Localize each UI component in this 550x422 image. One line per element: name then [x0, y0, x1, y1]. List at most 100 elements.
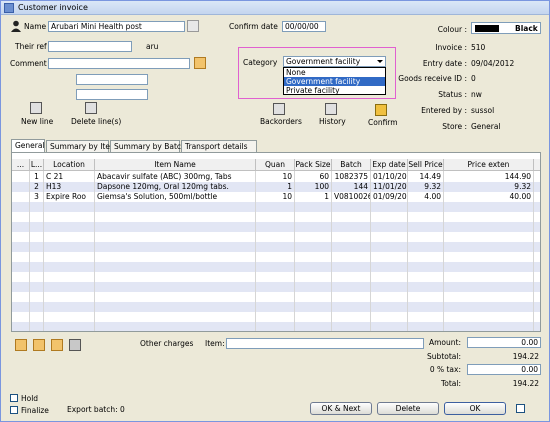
backorders-icon[interactable]	[273, 103, 285, 115]
delete-lines-icon[interactable]	[85, 102, 97, 114]
name-field[interactable]: Arubari Mini Health post	[48, 21, 185, 32]
table-row-stripe	[12, 202, 540, 212]
column-header[interactable]: Price exten	[444, 159, 534, 171]
invoice-value: 510	[471, 43, 486, 52]
table-cell: 10	[256, 192, 295, 202]
table-cell: Expire Roo	[44, 192, 95, 202]
history-icon[interactable]	[325, 103, 337, 115]
tab-summary-by-batch[interactable]: Summary by Batch	[110, 140, 186, 152]
table-row-stripe	[12, 322, 540, 331]
extra-field-1[interactable]	[76, 74, 148, 85]
confirm-date-label: Confirm date	[229, 22, 278, 31]
table-cell: 3	[30, 192, 44, 202]
entry-date-label: Entry date :	[422, 59, 467, 68]
table-cell: V0810026	[334, 192, 371, 202]
table-cell: Dapsone 120mg, Oral 120mg tabs.	[95, 182, 256, 192]
window-title: Customer invoice	[18, 3, 88, 12]
column-header[interactable]: Item Name	[95, 159, 256, 171]
print-icon[interactable]	[69, 339, 81, 351]
their-ref-label: Their ref	[15, 42, 47, 51]
other-charges-label: Other charges	[140, 339, 194, 348]
colour-select[interactable]: Black	[471, 22, 541, 34]
new-line-icon[interactable]	[30, 102, 42, 114]
finalize-label: Finalize	[21, 406, 49, 415]
table-cell: Abacavir sulfate (ABC) 300mg, Tabs	[95, 172, 256, 182]
table-cell: 01/09/201	[373, 192, 408, 202]
table-cell: 100	[295, 182, 332, 192]
table-cell: 144	[332, 182, 371, 192]
column-header[interactable]: Batch	[332, 159, 371, 171]
total-value: 194.22	[512, 379, 539, 388]
colour-swatch	[475, 25, 499, 32]
amount-field[interactable]: 0.00	[467, 337, 541, 348]
status-value: nw	[471, 90, 482, 99]
confirm-date-field[interactable]: 00/00/00	[282, 21, 326, 32]
goods-receive-label: Goods receive ID :	[398, 74, 467, 83]
comment-field[interactable]	[48, 58, 190, 69]
delete-lines-button[interactable]: Delete line(s)	[71, 117, 121, 126]
table-cell: 40.00	[444, 192, 534, 202]
tab-general[interactable]: General	[11, 139, 45, 152]
finalize-checkbox[interactable]	[10, 406, 18, 414]
column-header[interactable]: Location	[44, 159, 95, 171]
category-select[interactable]: Government facility	[283, 56, 386, 67]
table-row-stripe	[12, 282, 540, 292]
category-label: Category	[243, 58, 278, 67]
table-cell	[12, 192, 30, 202]
column-header[interactable]: Exp date	[371, 159, 408, 171]
new-line-button[interactable]: New line	[21, 117, 53, 126]
category-option-government[interactable]: Government facility	[284, 77, 385, 86]
confirm-button[interactable]: Confirm	[368, 118, 398, 127]
history-button[interactable]: History	[319, 117, 346, 126]
column-header[interactable]: Pack Size	[295, 159, 332, 171]
their-ref-field[interactable]	[48, 41, 132, 52]
invoice-lines-table: ... L... Location Item Name Quan Pack Size Bat…	[11, 152, 541, 332]
aru-text: aru	[146, 42, 159, 51]
item-field[interactable]	[226, 338, 424, 349]
category-option-private[interactable]: Private facility	[284, 86, 385, 95]
backorders-button[interactable]: Backorders	[260, 117, 302, 126]
column-header[interactable]: Sell Price	[408, 159, 444, 171]
tab-transport-details[interactable]: Transport details	[181, 140, 257, 152]
truck-icon[interactable]	[375, 104, 387, 116]
table-row[interactable]: 1C 21 Abacavir sulfate (ABC) 300mg, Tabs 1…	[12, 172, 540, 182]
table-row[interactable]: 3 Expire Roo Giemsa's Solution, 500ml/bott…	[12, 192, 540, 202]
table-cell: 9.32	[444, 182, 534, 192]
column-header[interactable]: ...	[12, 159, 30, 171]
table-cell: 14.49	[408, 172, 444, 182]
edit-icon[interactable]	[51, 339, 63, 351]
table-cell: 144.90	[444, 172, 534, 182]
comment-lookup-icon[interactable]	[194, 57, 206, 69]
customer-invoice-window: Customer invoice Name Arubari Mini Healt…	[0, 0, 550, 422]
subtotal-value: 194.22	[512, 352, 539, 361]
table-row[interactable]: 2 H13 Dapsone 120mg, Oral 120mg tabs. 1 100 1…	[12, 182, 540, 192]
table-row-stripe	[12, 222, 540, 232]
table-cell	[12, 182, 30, 192]
info-icon[interactable]	[33, 339, 45, 351]
status-label: Status :	[438, 90, 467, 99]
table-cell: 4.00	[408, 192, 444, 202]
category-option-none[interactable]: None	[284, 68, 385, 77]
table-cell: 1	[256, 182, 295, 192]
extra-field-2[interactable]	[76, 89, 148, 100]
chevron-down-icon[interactable]	[376, 58, 384, 65]
name-lookup-icon[interactable]	[187, 20, 199, 32]
tax-field[interactable]: 0.00	[467, 364, 541, 375]
hold-checkbox[interactable]	[10, 394, 18, 402]
up-arrow-icon[interactable]	[15, 339, 27, 351]
subtotal-label: Subtotal:	[427, 352, 461, 361]
invoice-label: Invoice :	[435, 43, 467, 52]
table-row-stripe	[12, 262, 540, 272]
tax-label: 0 % tax:	[429, 365, 461, 374]
colour-value: Black	[515, 24, 538, 33]
table-row-stripe	[12, 242, 540, 252]
entered-by-label: Entered by :	[421, 106, 467, 115]
ok-button[interactable]: OK	[444, 402, 506, 415]
tab-summary-by-item[interactable]: Summary by Item	[46, 140, 117, 152]
column-header[interactable]: Quan	[256, 159, 295, 171]
option-checkbox[interactable]	[516, 404, 525, 413]
column-header[interactable]: L...	[30, 159, 44, 171]
ok-next-button[interactable]: OK & Next	[310, 402, 372, 415]
delete-button[interactable]: Delete	[377, 402, 439, 415]
table-cell: Giemsa's Solution, 500ml/bottle	[95, 192, 256, 202]
